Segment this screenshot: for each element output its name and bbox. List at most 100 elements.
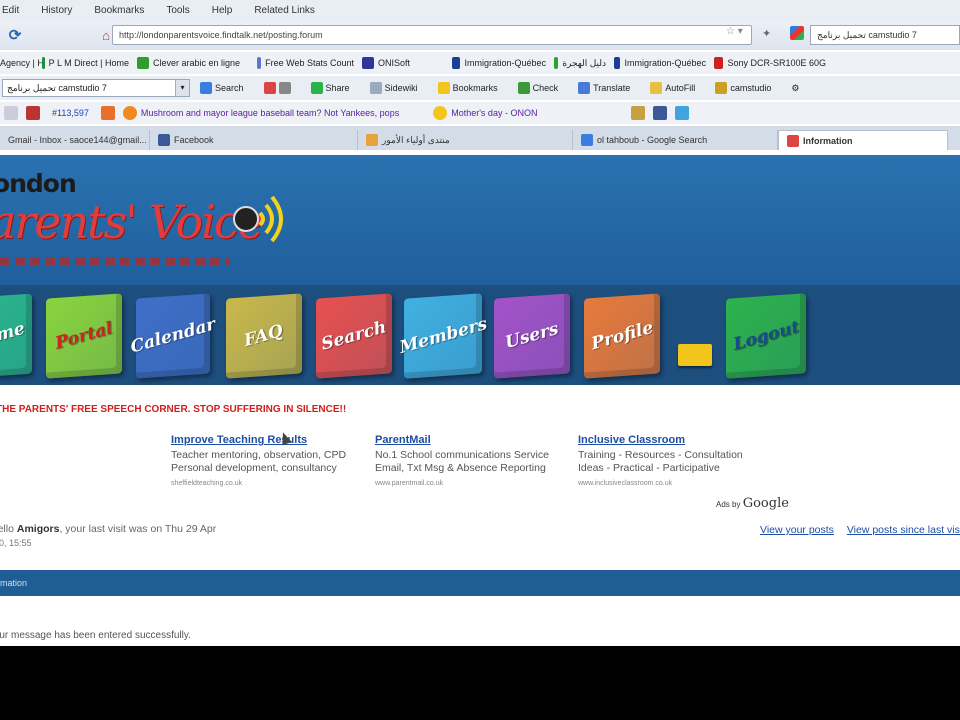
lightbulb-icon [433,106,448,120]
ad-parentmail[interactable]: ParentMail No.1 School communications Se… [375,434,565,490]
tab-2[interactable]: منتدى أولياء الأمور [358,130,573,150]
tab-1[interactable]: Facebook [150,130,358,150]
nav-button-users[interactable]: Users [494,293,570,379]
bookmark-icon [714,57,724,69]
browser-viewport: Edit History Bookmarks Tools Help Relate… [0,0,960,646]
nav-button-profile[interactable]: Profile [584,293,660,379]
bookmark-item[interactable]: دليل الهجرة [554,57,614,69]
view-posts-since-link[interactable]: View posts since last visit [847,524,960,536]
toolbar-check-button[interactable]: Check [508,82,569,94]
facebook-icon[interactable] [653,106,668,120]
ad-title[interactable]: Inclusive Classroom [578,434,768,447]
bookmarks-toolbar: Agency | HP L M Direct | Home Clever arab… [0,52,960,74]
gmail-icon [263,82,276,94]
nav-button-search[interactable]: Search [316,293,392,379]
menu-edit[interactable]: Edit [2,5,19,16]
google-toolbar: تحميل برنامج camstudio 7 ▾ Search Share … [0,76,960,100]
search-engine-icon[interactable] [790,26,804,40]
toolbar-search-button[interactable]: Search [190,82,254,94]
nav-button-label: Profile [589,317,655,355]
address-bar[interactable]: http://londonparentsvoice.findtalk.net/p… [112,25,752,45]
bookmark-item[interactable]: Immigration-Québec [452,57,554,69]
ad-title[interactable]: ParentMail [375,434,565,447]
counter-link[interactable]: #113,597 [52,108,89,118]
menu-tools[interactable]: Tools [166,5,189,16]
toolbar-camstudio-button[interactable]: camstudio [705,82,781,94]
nav-button-faq[interactable]: FAQ [226,293,302,379]
toolbar-icons[interactable] [254,82,301,94]
bookmark-icon[interactable] [631,106,646,120]
bookmark-item[interactable]: ONISoft [362,57,452,69]
menu-history[interactable]: History [41,5,72,16]
nav-button-label: Home [0,318,27,354]
information-title: Information [0,578,28,588]
back-icon[interactable] [4,106,18,120]
settings-icon[interactable]: ⚙ [781,83,809,94]
ad-url: www.parentmail.co.uk [375,480,444,487]
bookmark-icon [137,57,149,69]
sidebar-icon [278,82,291,94]
tab-4[interactable]: Information [778,130,948,150]
mothers-day-link[interactable]: Mother's day - ONON [451,108,537,118]
nav-button-calendar[interactable]: Calendar [129,293,217,379]
bookmark-item[interactable]: Free Web Stats Count [257,57,362,69]
bookmark-item[interactable]: Immigration-Québec [614,57,714,69]
flame-icon [122,106,137,120]
envelope-icon[interactable] [678,344,712,366]
ad-teaching[interactable]: Improve Teaching Results Teacher mentori… [171,434,361,490]
bookmark-item[interactable]: P L M Direct | Home [42,57,137,69]
toolbar-bookmarks-button[interactable]: Bookmarks [428,82,508,94]
search-input[interactable]: تحميل برنامج camstudio 7 [810,25,960,45]
nav-button-label: Users [503,318,561,354]
success-message: Your message has been entered successful… [0,630,191,641]
view-links: View your posts View posts since last vi… [760,524,960,536]
toolbar-translate-button[interactable]: Translate [568,82,640,94]
nav-button-home[interactable]: Home [0,293,32,379]
ad-inclusive[interactable]: Inclusive Classroom Training - Resources… [578,434,768,490]
toolbar-search-input[interactable]: تحميل برنامج camstudio 7 ▾ [2,79,190,97]
toolbar-sidewiki-button[interactable]: Sidewiki [360,82,428,94]
tab-0[interactable]: Gmail - Inbox - saoce144@gmail... [0,130,150,150]
username[interactable]: Amigors [17,523,60,535]
share-icon [310,82,323,94]
orange-icon[interactable] [100,106,115,120]
menu-help[interactable]: Help [212,5,233,16]
sidewiki-icon [369,82,382,94]
ad-body: Teacher mentoring, observation, CPD Pers… [171,449,347,474]
toolbar-autofill-button[interactable]: AutoFill [640,82,705,94]
twitter-icon[interactable] [675,106,690,120]
bookmark-icon [42,57,45,69]
reload-icon[interactable]: ⟳ [4,24,26,46]
pencil-icon [715,82,728,94]
bookmark-icon [452,57,461,69]
tab-favicon-icon [366,134,378,146]
bookmark-icon [362,57,374,69]
tab-3[interactable]: ol tahboub - Google Search [573,130,778,150]
view-your-posts-link[interactable]: View your posts [760,524,834,536]
ads-by-google[interactable]: Ads by Google [716,496,789,511]
bookmark-item[interactable]: Sony DCR-SR100E 60G [714,57,834,69]
logo-tagline [0,257,230,265]
nav-button-label: Calendar [128,314,218,358]
ad-title[interactable]: Improve Teaching Results [171,434,361,447]
bookmark-item[interactable]: Clever arabic en ligne [137,57,257,69]
bookmark-item[interactable]: Agency | H [0,58,44,68]
toolbar-share-button[interactable]: Share [301,82,360,94]
menu-bookmarks[interactable]: Bookmarks [94,5,144,16]
chevron-down-icon[interactable]: ▾ [175,80,189,96]
ad-url: www.inclusiveclassroom.co.uk [578,480,673,487]
autofill-icon [650,82,663,94]
nav-button-members[interactable]: Members [397,293,489,379]
ad-body: No.1 School communications Service Email… [375,449,549,474]
news-link[interactable]: Mushroom and mayor league baseball team?… [141,108,399,118]
menu-related-links[interactable]: Related Links [254,5,315,16]
speaker-icon [233,195,283,243]
addon-icon[interactable]: ✦ [762,27,771,40]
url-dropdown-icon[interactable]: ☆ ▾ [726,26,743,37]
nav-button-logout[interactable]: Logout [726,293,806,379]
addon-icon[interactable] [26,106,40,120]
nav-button-label: Members [397,314,489,358]
google-logo: Google [742,496,789,511]
last-visit-time: 2010, 15:55 [0,538,32,548]
nav-button-portal[interactable]: Portal [46,293,122,379]
